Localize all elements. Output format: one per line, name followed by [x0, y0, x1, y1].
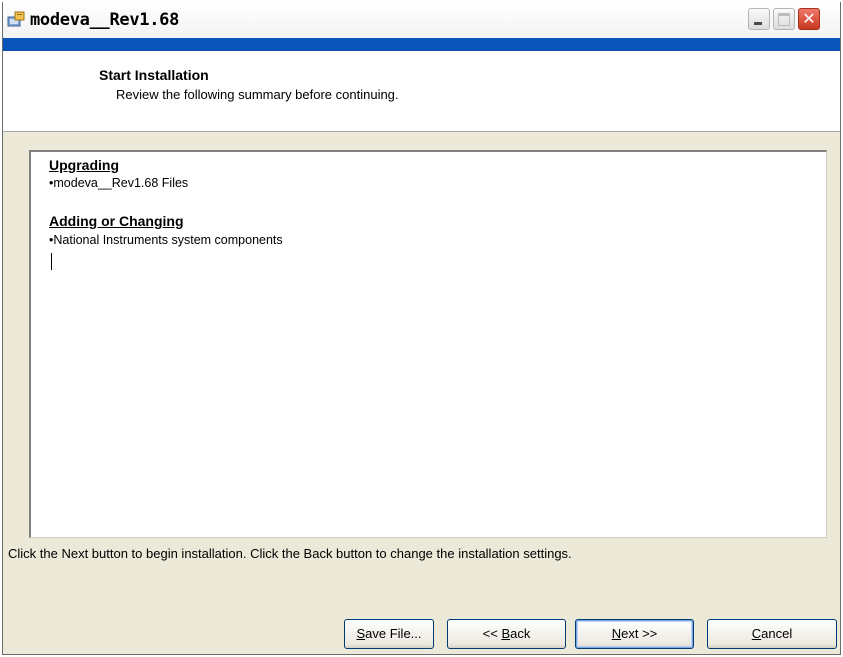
next-label: Next >> [611, 626, 658, 641]
accent-bar [3, 38, 840, 51]
list-item: •modeva__Rev1.68 Files [49, 176, 189, 190]
text-caret [51, 253, 52, 270]
next-button[interactable]: Next >> [575, 619, 694, 649]
maximize-icon[interactable] [773, 8, 795, 30]
section-heading-upgrading: Upgrading [49, 157, 119, 173]
page-title: Start Installation [99, 67, 209, 83]
save-file-mnemonic: S [356, 626, 366, 641]
save-file-button[interactable]: Save File... [344, 619, 434, 649]
close-glyph: ✕ [802, 9, 816, 28]
instruction-text: Click the Next button to begin installat… [8, 546, 572, 561]
cancel-label: Cancel [751, 626, 793, 641]
list-item: •National Instruments system components [49, 233, 283, 247]
installer-icon [7, 11, 25, 27]
back-button[interactable]: << Back [447, 619, 566, 649]
title-bar[interactable]: modeva__Rev1.68 ✕ [3, 2, 840, 39]
summary-textbox[interactable]: Upgrading •modeva__Rev1.68 Files Adding … [29, 150, 827, 538]
minimize-icon[interactable] [748, 8, 770, 30]
cancel-button[interactable]: Cancel [707, 619, 837, 649]
section-heading-adding-changing: Adding or Changing [49, 213, 184, 229]
window-title: modeva__Rev1.68 [30, 10, 180, 30]
back-label: << Back [482, 626, 531, 641]
close-icon[interactable]: ✕ [798, 8, 820, 30]
page-subtitle: Review the following summary before cont… [116, 87, 399, 102]
header-panel: Start Installation Review the following … [3, 51, 840, 132]
installer-window: modeva__Rev1.68 ✕ Start Installation Rev… [2, 2, 841, 655]
save-file-label: ave File... [365, 626, 422, 641]
